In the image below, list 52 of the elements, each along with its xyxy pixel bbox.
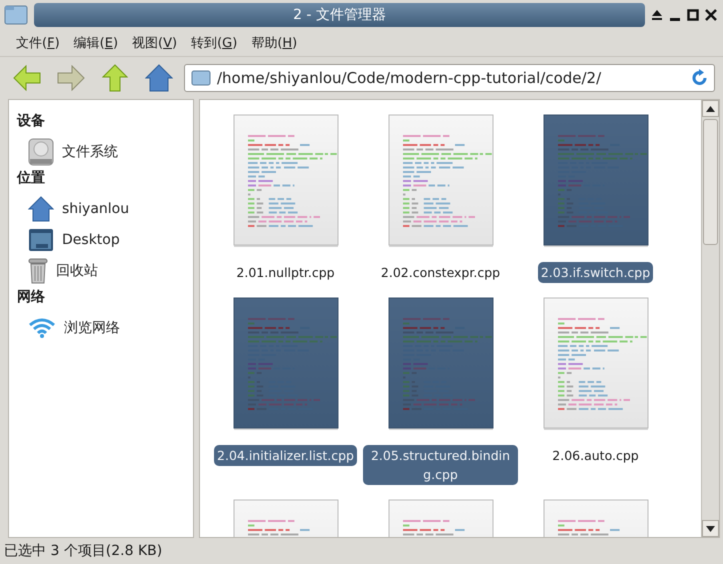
sidebar-item[interactable]: 浏览网络 xyxy=(17,312,193,343)
maximize-icon[interactable] xyxy=(687,9,699,21)
scroll-thumb[interactable] xyxy=(703,119,718,245)
file-item[interactable]: 2.06.auto.cpp xyxy=(518,297,673,466)
sidebar-item[interactable]: 回收站 xyxy=(17,255,193,286)
sidebar-item[interactable]: Desktop xyxy=(17,224,193,255)
document-icon xyxy=(388,114,494,248)
left-arrow-icon xyxy=(13,65,41,91)
menu-item[interactable]: 视图(V) xyxy=(126,32,184,54)
document-icon xyxy=(232,297,338,431)
sidebar-heading: 网络 xyxy=(17,288,46,306)
scroll-down-button[interactable] xyxy=(702,520,719,537)
desktop-icon xyxy=(28,228,54,252)
menu-item[interactable]: 编辑(E) xyxy=(68,32,124,54)
sidebar-item[interactable]: shiyanlou xyxy=(17,193,193,224)
document-icon xyxy=(388,297,494,431)
up-button[interactable] xyxy=(100,63,130,93)
home-button[interactable] xyxy=(144,63,174,93)
close-icon[interactable] xyxy=(705,9,717,21)
wifi-icon xyxy=(28,316,56,338)
scrollbar[interactable] xyxy=(701,100,719,537)
sidebar-heading: 设备 xyxy=(17,112,46,130)
folder-icon xyxy=(4,5,28,25)
hard-drive-icon xyxy=(28,138,54,166)
back-button[interactable] xyxy=(12,63,42,93)
file-item[interactable]: 2.05.structured.binding.cpp xyxy=(363,297,518,485)
address-field[interactable]: /home/shiyanlou/Code/modern-cpp-tutorial/code/2/ xyxy=(184,64,715,92)
file-item[interactable]: 2.01.nullptr.cpp xyxy=(208,114,363,283)
document-icon xyxy=(232,114,338,248)
home-icon xyxy=(28,196,54,222)
menu-item[interactable]: 文件(F) xyxy=(10,32,66,54)
document-icon xyxy=(542,114,648,248)
file-item[interactable]: 2.02.constexpr.cpp xyxy=(363,114,518,283)
window-title: 2 - 文件管理器 xyxy=(293,6,386,24)
menu-item[interactable]: 帮助(H) xyxy=(245,32,304,54)
scroll-up-button[interactable] xyxy=(702,100,719,117)
sidebar-heading: 位置 xyxy=(17,169,46,187)
trash-icon xyxy=(28,258,48,284)
status-text: 已选中 3 个项目(2.8 KB) xyxy=(4,542,162,560)
sidebar-item[interactable]: 文件系统 xyxy=(17,136,193,167)
document-icon xyxy=(542,297,648,431)
home-icon xyxy=(145,64,173,92)
folder-icon xyxy=(191,70,211,86)
menu-item[interactable]: 转到(G) xyxy=(185,32,244,54)
refresh-icon[interactable] xyxy=(692,69,708,87)
down-triangle-icon xyxy=(706,526,715,532)
up-triangle-icon xyxy=(706,106,715,112)
right-arrow-icon xyxy=(57,65,85,91)
up-arrow-icon xyxy=(102,64,128,92)
file-item[interactable]: 2.03.if.switch.cpp xyxy=(518,114,673,283)
eject-icon[interactable] xyxy=(651,9,663,21)
file-item[interactable]: 2.04.initializer.list.cpp xyxy=(208,297,363,466)
